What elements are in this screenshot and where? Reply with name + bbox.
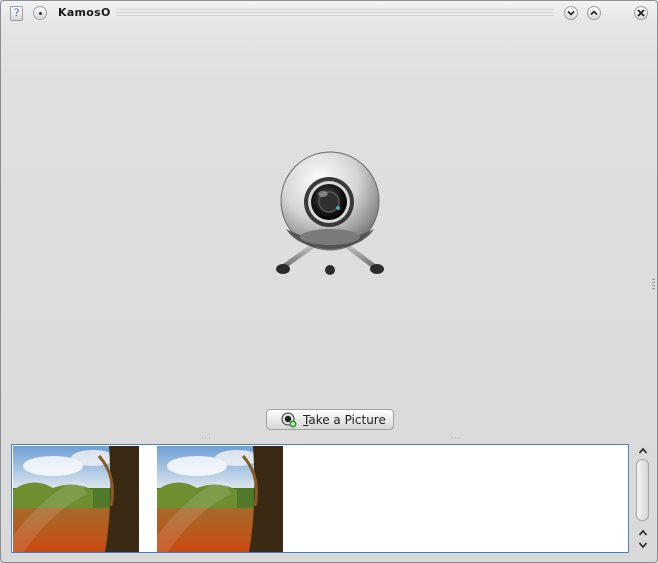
resize-grip[interactable] (652, 279, 655, 289)
splitter-handle[interactable]: ··· (201, 434, 212, 443)
chevron-up-icon (590, 10, 598, 16)
chevron-up-icon (638, 447, 648, 454)
maximize-button[interactable] (587, 6, 601, 20)
photo-thumbnail-1[interactable] (13, 446, 139, 552)
chevron-down-icon (567, 10, 575, 16)
take-picture-label: Take a Picture (303, 412, 386, 427)
title-decoration (116, 9, 554, 18)
webcam-icon (276, 151, 384, 275)
photo-gallery[interactable] (11, 444, 629, 553)
window-menu-icon (38, 11, 42, 15)
gallery-scrollbar[interactable] (634, 444, 651, 553)
scroll-down-button[interactable] (636, 539, 650, 551)
scroll-up-button[interactable] (636, 445, 650, 457)
scroll-up-button-secondary[interactable] (636, 527, 650, 539)
help-icon: ? (13, 8, 20, 19)
window-menu-button[interactable] (33, 6, 47, 20)
chevron-down-icon (638, 542, 648, 549)
close-button[interactable] (634, 6, 648, 20)
photo-thumbnail-2[interactable] (157, 446, 283, 552)
close-icon (637, 9, 645, 17)
scroll-handle[interactable] (636, 459, 649, 521)
help-button[interactable]: ? (10, 6, 23, 21)
splitter-handle[interactable]: ··· (451, 434, 462, 443)
camera-add-icon (281, 412, 297, 427)
take-picture-button[interactable]: Take a Picture (266, 409, 394, 430)
chevron-up-icon (638, 529, 648, 536)
title-bar[interactable]: ? KamosO (1, 1, 657, 25)
kamoso-window: ? KamosO Take a Picture ··· ··· (0, 0, 658, 563)
minimize-button[interactable] (564, 6, 578, 20)
window-title: KamosO (58, 6, 111, 19)
